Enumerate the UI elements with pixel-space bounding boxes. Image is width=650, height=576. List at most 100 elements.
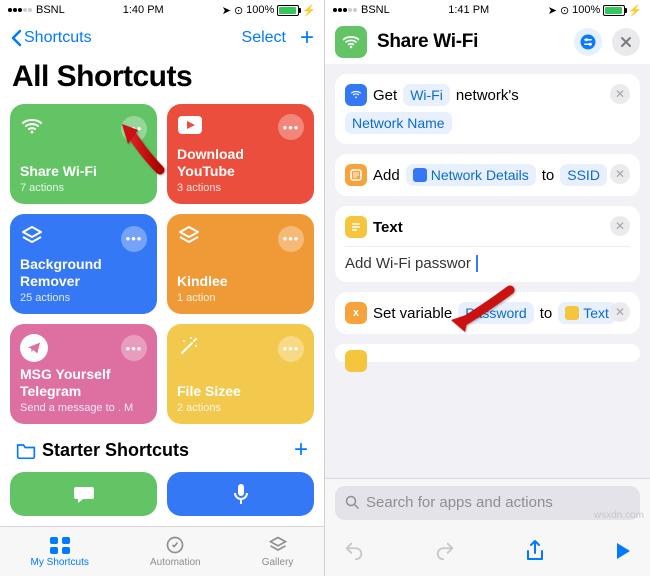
remove-action-button[interactable]: ✕ <box>610 216 630 236</box>
chat-bubble-icon <box>72 484 96 504</box>
action-text[interactable]: ✕ Text Add Wi-Fi passwor <box>335 206 640 282</box>
editor-toolbar <box>325 526 650 576</box>
remove-action-button[interactable]: ✕ <box>610 84 630 104</box>
wifi-action-icon <box>345 84 367 106</box>
tile-more-button[interactable]: ••• <box>278 336 304 362</box>
starter-label: Starter Shortcuts <box>42 440 189 461</box>
layers-icon <box>20 224 44 253</box>
alarm-icon: ⊙ <box>234 4 243 17</box>
close-icon <box>620 36 632 48</box>
variable-action-icon: x <box>345 302 367 324</box>
action-text: network's <box>456 87 519 104</box>
carrier-label: BSNL <box>361 4 390 16</box>
ssid-token[interactable]: SSID <box>560 164 607 186</box>
shortcuts-home-screen: BSNL 1:40 PM ➤ ⊙ 100% ⚡ Shortcuts Select… <box>0 0 325 576</box>
tab-automation[interactable]: Automation <box>150 535 201 568</box>
tab-bar: My Shortcuts Automation Gallery <box>0 526 324 576</box>
shortcut-editor-screen: BSNL 1:41 PM ➤ ⊙ 100% ⚡ Share Wi-Fi <box>325 0 650 576</box>
wifi-icon <box>20 114 44 143</box>
tile-sub: 1 action <box>177 292 304 304</box>
run-button[interactable] <box>614 541 632 561</box>
sliders-icon <box>579 33 597 51</box>
tile-more-button[interactable]: ••• <box>278 226 304 252</box>
chevron-left-icon <box>10 29 22 47</box>
tile-download-youtube[interactable]: ••• Download YouTube 3 actions <box>167 104 314 204</box>
signal-dots-icon <box>333 8 357 12</box>
wifi-token[interactable]: Wi-Fi <box>403 84 450 106</box>
gallery-icon <box>266 535 290 555</box>
wand-icon <box>177 334 201 363</box>
bolt-icon: ⚡ <box>302 4 316 17</box>
location-icon: ➤ <box>222 4 231 17</box>
status-bar: BSNL 1:41 PM ➤ ⊙ 100% ⚡ <box>325 0 650 20</box>
back-button[interactable]: Shortcuts <box>10 29 92 47</box>
tab-gallery[interactable]: Gallery <box>262 535 294 568</box>
bolt-icon: ⚡ <box>628 4 642 17</box>
battery-percent: 100% <box>572 4 600 16</box>
tile-title: Background Remover <box>20 256 147 290</box>
tile-sub: 2 actions <box>177 402 304 414</box>
remove-action-button[interactable]: ✕ <box>610 302 630 322</box>
action-add-dictionary[interactable]: ✕ Add Network Details to SSID <box>335 154 640 196</box>
remove-action-button[interactable]: ✕ <box>610 164 630 184</box>
settings-button[interactable] <box>574 28 602 56</box>
network-details-token[interactable]: Network Details <box>406 164 536 186</box>
tile-more-button[interactable]: ••• <box>278 114 304 140</box>
action-label: Text <box>373 219 403 236</box>
back-label: Shortcuts <box>24 29 92 47</box>
redo-button[interactable] <box>434 540 456 562</box>
tile-msg-telegram[interactable]: ••• MSG Yourself Telegram Send a message… <box>10 324 157 424</box>
status-bar: BSNL 1:40 PM ➤ ⊙ 100% ⚡ <box>0 0 324 20</box>
tab-my-shortcuts[interactable]: My Shortcuts <box>31 535 89 568</box>
tile-title: MSG Yourself Telegram <box>20 366 147 400</box>
text-action-icon <box>345 350 367 372</box>
undo-button[interactable] <box>343 540 365 562</box>
dictionary-action-icon <box>345 164 367 186</box>
action-partial[interactable] <box>335 344 640 362</box>
clock: 1:41 PM <box>448 4 489 16</box>
tile-sub: Send a message to . M <box>20 402 147 414</box>
telegram-icon <box>20 334 48 362</box>
action-text: Add <box>373 167 400 184</box>
tile-sub: 3 actions <box>177 182 304 194</box>
tile-more-button[interactable]: ••• <box>121 226 147 252</box>
carrier-label: BSNL <box>36 4 65 16</box>
text-token[interactable]: Text <box>558 302 616 324</box>
network-name-token[interactable]: Network Name <box>345 112 452 134</box>
battery-percent: 100% <box>246 4 274 16</box>
tile-file-sizee[interactable]: ••• File Sizee 2 actions <box>167 324 314 424</box>
action-text: Set variable <box>373 305 452 322</box>
starter-shortcuts-folder[interactable]: Starter Shortcuts <box>16 440 189 461</box>
wifi-icon <box>341 32 361 52</box>
add-shortcut-button[interactable]: + <box>300 24 314 52</box>
tile-background-remover[interactable]: ••• Background Remover 25 actions <box>10 214 157 314</box>
select-button[interactable]: Select <box>242 29 286 47</box>
search-placeholder: Search for apps and actions <box>366 494 553 511</box>
annotation-arrow-right <box>445 280 515 345</box>
shortcut-app-icon[interactable] <box>335 26 367 58</box>
search-icon <box>345 495 360 510</box>
battery-icon <box>603 5 625 16</box>
page-title: All Shortcuts <box>0 56 324 104</box>
action-text: Get <box>373 87 397 104</box>
nav-bar: Shortcuts Select + <box>0 20 324 56</box>
alarm-icon: ⊙ <box>560 4 569 17</box>
text-input[interactable]: Add Wi-Fi passwor <box>345 246 630 272</box>
starter-tile-1[interactable] <box>10 472 157 516</box>
action-text: to <box>542 167 555 184</box>
add-starter-button[interactable]: + <box>294 436 308 464</box>
editor-title[interactable]: Share Wi-Fi <box>377 31 564 53</box>
tile-title: Download YouTube <box>177 146 304 180</box>
action-get-wifi[interactable]: ✕ Get Wi-Fi network's Network Name <box>335 74 640 144</box>
text-action-icon <box>345 216 367 238</box>
tile-title: File Sizee <box>177 383 304 400</box>
tile-sub: 25 actions <box>20 292 147 304</box>
close-button[interactable] <box>612 28 640 56</box>
share-button[interactable] <box>525 539 545 563</box>
watermark: wsxdn.com <box>594 510 644 521</box>
signal-dots-icon <box>8 8 32 12</box>
starter-tile-2[interactable] <box>167 472 314 516</box>
tile-kindlee[interactable]: ••• Kindlee 1 action <box>167 214 314 314</box>
editor-header: Share Wi-Fi <box>325 20 650 64</box>
tile-more-button[interactable]: ••• <box>121 335 147 361</box>
